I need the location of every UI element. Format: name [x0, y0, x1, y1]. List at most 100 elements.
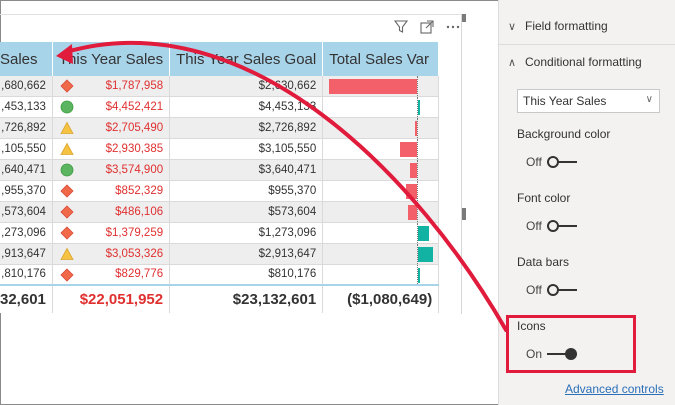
var-axis: [417, 118, 419, 138]
chevron-up-icon: ∧: [507, 56, 517, 69]
var-data-bar: [418, 267, 421, 283]
table-row[interactable]: ,640,471 $3,574,900 $3,640,471: [0, 159, 440, 181]
sales-var-cell: [322, 159, 440, 181]
table-row[interactable]: ,726,892 $2,705,490 $2,726,892: [0, 117, 440, 140]
sales-var-cell: [322, 76, 440, 98]
var-data-bar: [399, 142, 418, 158]
advanced-controls-link[interactable]: Advanced controls: [565, 382, 664, 396]
this-year-sales-value: $829,776: [115, 268, 164, 281]
total-sales-var: ($1,080,649): [322, 283, 440, 313]
this-year-sales-value: $4,452,421: [105, 101, 164, 114]
field-select-dropdown[interactable]: This Year Sales ∨: [517, 89, 660, 113]
sales-var-cell: [322, 117, 440, 140]
var-data-bar: [414, 121, 418, 137]
table-row[interactable]: ,453,133 $4,452,421 $4,453,133: [0, 96, 440, 119]
sales-table: Sales This Year Sales This Year Sales Go…: [0, 42, 440, 313]
var-axis: [417, 160, 419, 180]
sales-goal-cell: $2,726,892: [169, 117, 324, 140]
chevron-down-icon: ∨: [507, 20, 517, 33]
this-year-sales-value: $852,329: [115, 184, 164, 197]
sales-goal-cell: $573,604: [169, 201, 324, 223]
var-axis: [417, 139, 419, 159]
var-data-bar: [407, 204, 418, 220]
font-color-label: Font color: [517, 191, 571, 205]
total-sales-goal: $23,132,601: [169, 283, 324, 313]
total-sales: 32,601: [0, 283, 53, 313]
var-data-bar: [418, 225, 430, 241]
visual-header: [392, 17, 462, 37]
sales-cell: ,573,604: [0, 201, 53, 223]
table-row[interactable]: ,105,550 $2,930,385 $3,105,550: [0, 138, 440, 161]
this-year-sales-cell: $1,379,259: [52, 222, 171, 244]
var-axis: [417, 76, 419, 96]
icons-highlight-box: [506, 315, 636, 373]
background-color-label: Background color: [517, 127, 611, 141]
column-header-total-sales-var[interactable]: Total Sales Var: [322, 42, 440, 76]
sales-cell: ,955,370: [0, 180, 53, 202]
font-color-toggle[interactable]: Off: [526, 218, 577, 234]
chevron-down-icon: ∨: [645, 94, 653, 105]
this-year-sales-value: $2,705,490: [105, 122, 164, 135]
this-year-sales-cell: $1,787,958: [52, 76, 171, 98]
sales-var-cell: [322, 180, 440, 202]
sales-goal-cell: $955,370: [169, 180, 324, 202]
sales-var-cell: [322, 243, 440, 265]
column-header-this-year-sales-goal[interactable]: This Year Sales Goal: [169, 42, 324, 76]
filter-icon[interactable]: [392, 18, 410, 36]
sales-var-cell: [322, 264, 440, 286]
this-year-sales-cell: $829,776: [52, 264, 171, 286]
var-data-bar: [406, 183, 418, 199]
var-data-bar: [410, 163, 418, 179]
table-row[interactable]: ,680,662 $1,787,958 $2,630,662: [0, 76, 440, 98]
table-row[interactable]: ,913,647 $3,053,326 $2,913,647: [0, 243, 440, 265]
this-year-sales-value: $3,053,326: [105, 247, 164, 260]
table-row[interactable]: ,273,096 $1,379,259 $1,273,096: [0, 222, 440, 244]
resize-handle-right[interactable]: [462, 208, 466, 220]
field-formatting-section[interactable]: ∨ Field formatting: [499, 10, 675, 42]
this-year-sales-cell: $852,329: [52, 180, 171, 202]
sales-cell: ,105,550: [0, 138, 53, 161]
focus-mode-icon[interactable]: [418, 18, 436, 36]
var-data-bar: [418, 246, 434, 262]
this-year-sales-cell: $4,452,421: [52, 96, 171, 119]
sales-goal-cell: $1,273,096: [169, 222, 324, 244]
column-header-sales[interactable]: Sales: [0, 42, 53, 76]
var-axis: [417, 201, 419, 222]
this-year-sales-value: $1,379,259: [105, 226, 164, 239]
this-year-sales-cell: $2,705,490: [52, 117, 171, 140]
resize-handle-top[interactable]: [462, 14, 466, 22]
this-year-sales-value: $486,106: [115, 205, 164, 218]
sales-goal-cell: $2,913,647: [169, 243, 324, 265]
section-divider: [499, 44, 675, 45]
sales-goal-cell: $810,176: [169, 264, 324, 286]
this-year-sales-value: $2,930,385: [105, 143, 164, 156]
sales-goal-cell: $2,630,662: [169, 76, 324, 98]
table-header-row: Sales This Year Sales This Year Sales Go…: [0, 42, 440, 76]
data-bars-toggle[interactable]: Off: [526, 282, 577, 298]
sales-cell: ,680,662: [0, 76, 53, 98]
sales-var-cell: [322, 138, 440, 161]
this-year-sales-cell: $2,930,385: [52, 138, 171, 161]
more-options-icon[interactable]: [444, 18, 462, 36]
table-row[interactable]: ,810,176 $829,776 $810,176: [0, 264, 440, 286]
sales-goal-cell: $3,640,471: [169, 159, 324, 181]
column-header-this-year-sales[interactable]: This Year Sales: [52, 42, 171, 76]
sales-var-cell: [322, 201, 440, 223]
this-year-sales-cell: $3,574,900: [52, 159, 171, 181]
sales-goal-cell: $4,453,133: [169, 96, 324, 119]
total-this-year-sales: $22,051,952: [52, 283, 171, 313]
sales-cell: ,273,096: [0, 222, 53, 244]
this-year-sales-cell: $486,106: [52, 201, 171, 223]
table-row[interactable]: ,955,370 $852,329 $955,370: [0, 180, 440, 202]
var-axis: [417, 180, 419, 201]
background-color-state: Off: [526, 155, 542, 169]
background-color-toggle[interactable]: Off: [526, 154, 577, 170]
sales-cell: ,640,471: [0, 159, 53, 181]
sales-cell: ,453,133: [0, 96, 53, 119]
sales-var-cell: [322, 222, 440, 244]
conditional-formatting-section[interactable]: ∧ Conditional formatting: [499, 46, 675, 78]
table-total-row: 32,601 $22,051,952 $23,132,601 ($1,080,649): [0, 283, 440, 313]
data-bars-state: Off: [526, 283, 542, 297]
table-row[interactable]: ,573,604 $486,106 $573,604: [0, 201, 440, 223]
sales-cell: ,810,176: [0, 264, 53, 286]
